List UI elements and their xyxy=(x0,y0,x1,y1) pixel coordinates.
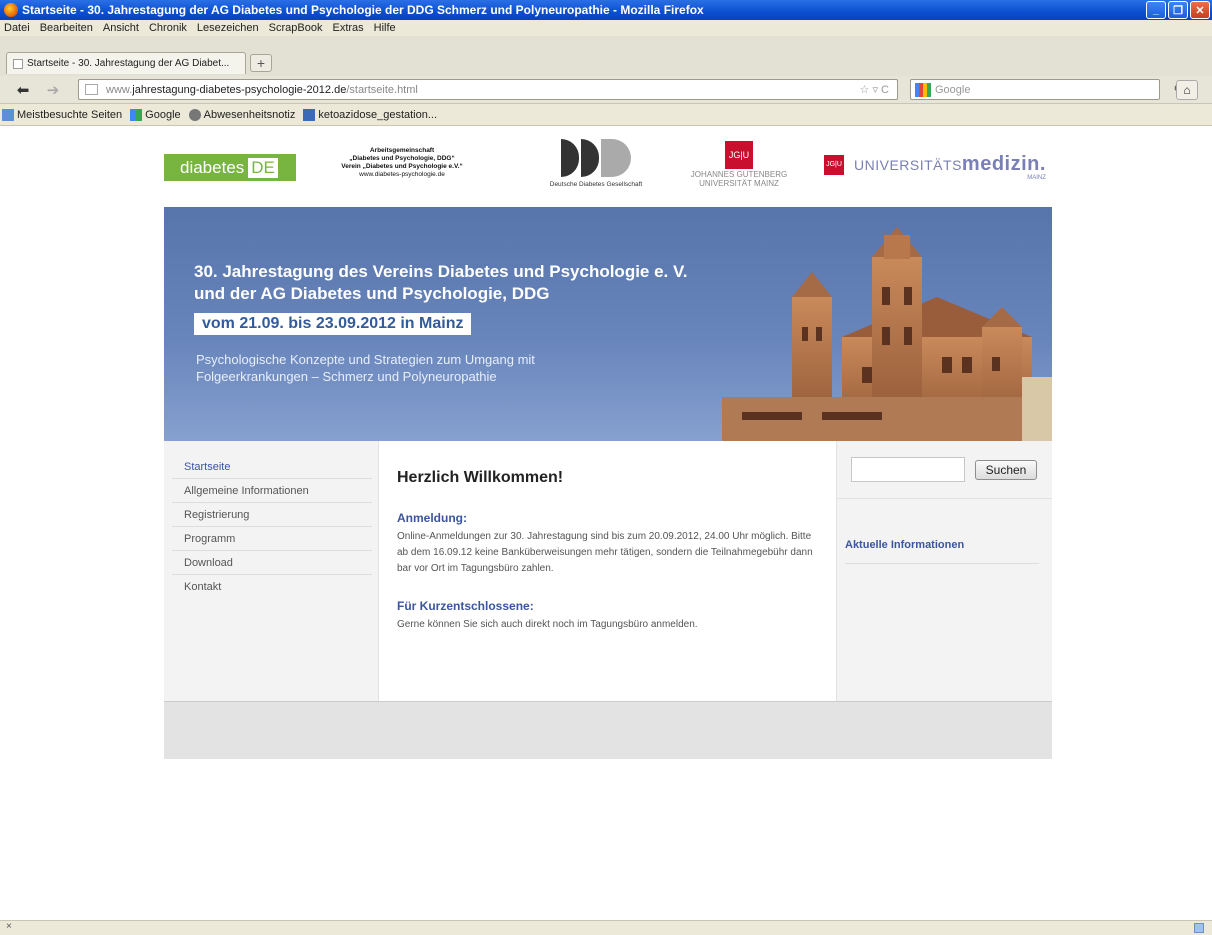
cathedral-image xyxy=(722,227,1052,441)
bookmark-meistbesuchte[interactable]: Meistbesuchte Seiten xyxy=(2,108,122,121)
tab-bar: Startseite - 30. Jahrestagung der AG Dia… xyxy=(0,36,1212,76)
bookmark-star-reload-icons[interactable]: ☆ ▿ C xyxy=(860,83,889,96)
forward-arrow-icon[interactable]: ➔ xyxy=(42,80,64,100)
news-heading: Aktuelle Informationen xyxy=(845,539,1039,564)
site-identity-icon[interactable] xyxy=(85,84,98,95)
bookmarks-bar: Meistbesuchte Seiten Google Abwesenheits… xyxy=(0,104,1212,126)
page-footer xyxy=(164,701,1052,759)
sidebar-item-allgemeine-informationen[interactable]: Allgemeine Informationen xyxy=(172,479,372,503)
menu-extras[interactable]: Extras xyxy=(332,22,363,34)
logo-header: diabetes DE Arbeitsgemeinschaft „Diabetes… xyxy=(164,127,1052,207)
universitaetsmedizin-logo[interactable]: JG|U UNIVERSITÄTSmedizin. MAINZ xyxy=(824,153,1046,181)
section-kurzentschlossene-text: Gerne können Sie sich auch direkt noch i… xyxy=(397,619,698,630)
minimize-button[interactable]: _ xyxy=(1146,1,1166,19)
menu-chronik[interactable]: Chronik xyxy=(149,22,187,34)
window-controls: _ ❐ ✕ xyxy=(1146,1,1210,19)
section-anmeldung-title: Anmeldung: xyxy=(397,511,467,525)
menu-ansicht[interactable]: Ansicht xyxy=(103,22,139,34)
ddg-logo[interactable]: Deutsche Diabetes Gesellschaft xyxy=(526,139,666,189)
sidebar-nav: Startseite Allgemeine Informationen Regi… xyxy=(164,441,379,701)
back-arrow-icon[interactable]: ⬅ xyxy=(12,80,34,100)
banner-subtitle: Psychologische Konzepte und Strategien z… xyxy=(196,352,535,384)
url-bar[interactable]: www.jahrestagung-diabetes-psychologie-20… xyxy=(78,79,898,100)
menu-bar: Datei Bearbeiten Ansicht Chronik Lesezei… xyxy=(0,20,1212,36)
web-page: diabetes DE Arbeitsgemeinschaft „Diabetes… xyxy=(0,127,1212,920)
tab-startseite[interactable]: Startseite - 30. Jahrestagung der AG Dia… xyxy=(6,52,246,74)
sidebar-item-kontakt[interactable]: Kontakt xyxy=(172,575,372,598)
close-button[interactable]: ✕ xyxy=(1190,1,1210,19)
page-wrapper: diabetes DE Arbeitsgemeinschaft „Diabetes… xyxy=(164,127,1052,759)
sidebar-item-download[interactable]: Download xyxy=(172,551,372,575)
menu-hilfe[interactable]: Hilfe xyxy=(374,22,396,34)
jgu-logo[interactable]: JG|U JOHANNES GUTENBERG UNIVERSITÄT MAIN… xyxy=(689,141,789,188)
banner-date: vom 21.09. bis 23.09.2012 in Mainz xyxy=(194,313,472,335)
search-button[interactable]: Suchen xyxy=(975,460,1037,480)
site-search: Suchen xyxy=(837,441,1052,499)
close-addon-bar-icon[interactable]: × xyxy=(6,921,12,932)
section-anmeldung-text: Online-Anmeldungen zur 30. Jahrestagung … xyxy=(397,531,813,574)
section-kurzentschlossene-title: Für Kurzentschlossene: xyxy=(397,599,534,613)
sidebar-item-programm[interactable]: Programm xyxy=(172,527,372,551)
google-engine-icon[interactable] xyxy=(915,82,931,97)
search-input[interactable] xyxy=(851,457,965,482)
google-icon xyxy=(130,108,143,121)
search-bar[interactable]: Google ⚲ xyxy=(910,79,1183,100)
bookmark-abwesenheitsnotiz[interactable]: Abwesenheitsnotiz xyxy=(188,108,295,121)
bookmark-google[interactable]: Google xyxy=(130,108,181,121)
header-banner: 30. Jahrestagung des Vereins Diabetes un… xyxy=(164,207,1052,441)
home-icon[interactable]: ⌂ xyxy=(1176,80,1198,100)
maximize-button[interactable]: ❐ xyxy=(1168,1,1188,19)
url-text[interactable]: www.jahrestagung-diabetes-psychologie-20… xyxy=(106,84,418,96)
content-area: Startseite Allgemeine Informationen Regi… xyxy=(164,441,1052,701)
bookmark-ketoazidose[interactable]: ketoazidose_gestation... xyxy=(303,108,437,121)
menu-datei[interactable]: Datei xyxy=(4,22,30,34)
sidebar-item-registrierung[interactable]: Registrierung xyxy=(172,503,372,527)
tab-label: Startseite - 30. Jahrestagung der AG Dia… xyxy=(27,58,230,69)
menu-scrapbook[interactable]: ScrapBook xyxy=(269,22,323,34)
sidebar-item-startseite[interactable]: Startseite xyxy=(172,455,372,479)
ag-diabetes-psychologie-logo[interactable]: Arbeitsgemeinschaft „Diabetes und Psycho… xyxy=(312,147,492,179)
folder-icon xyxy=(2,108,14,121)
firefox-icon xyxy=(4,3,18,17)
main-content: Herzlich Willkommen! Anmeldung: Online-A… xyxy=(379,441,836,701)
right-column: Suchen Aktuelle Informationen xyxy=(836,441,1052,701)
clock-icon xyxy=(188,108,201,121)
status-bar: × xyxy=(0,920,1212,935)
menu-lesezeichen[interactable]: Lesezeichen xyxy=(197,22,259,34)
page-icon xyxy=(13,58,23,69)
window-titlebar: Startseite - 30. Jahrestagung der AG Dia… xyxy=(0,0,1212,20)
menu-bearbeiten[interactable]: Bearbeiten xyxy=(40,22,93,34)
banner-title: 30. Jahrestagung des Vereins Diabetes un… xyxy=(194,262,688,303)
resize-grip-icon[interactable] xyxy=(1194,923,1204,933)
search-placeholder: Google xyxy=(935,83,971,96)
bookmark-icon xyxy=(303,108,316,121)
navigation-bar: ⬅ ➔ www.jahrestagung-diabetes-psychologi… xyxy=(0,76,1212,104)
window-title: Startseite - 30. Jahrestagung der AG Dia… xyxy=(22,3,704,17)
new-tab-button[interactable]: + xyxy=(250,54,272,72)
diabetes-de-logo[interactable]: diabetes DE xyxy=(164,154,296,181)
page-title: Herzlich Willkommen! xyxy=(397,469,564,486)
